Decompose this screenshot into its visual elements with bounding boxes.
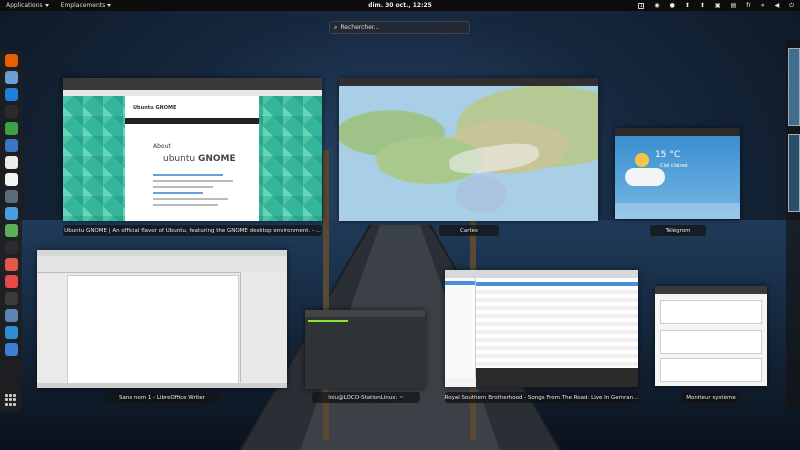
window-caption: Royal Southern Brotherhood - Songs From … [445, 392, 638, 403]
document-page [67, 275, 239, 385]
page-title: Ubuntu GNOME [133, 105, 177, 111]
arrow-up-icon[interactable]: ⬆ [700, 2, 705, 9]
window-icon[interactable]: ▤ [731, 2, 737, 9]
dash [0, 50, 22, 412]
window-caption: Télégrom [650, 225, 706, 236]
window-system-monitor[interactable] [655, 286, 767, 386]
page-text-lines [153, 174, 233, 210]
text-editor-icon[interactable] [4, 173, 18, 186]
weather-icon[interactable] [4, 207, 18, 220]
window-caption: Moniteur système [681, 392, 741, 403]
window-caption: Sans nom 1 - LibreOffice Writer [104, 392, 220, 403]
player-bar [476, 368, 638, 387]
window-music[interactable] [445, 270, 638, 387]
clipboard-icon[interactable]: ▣ [715, 2, 721, 9]
applications-label: Applications [6, 2, 43, 9]
window-ubuntu-gnome[interactable]: Ubuntu GNOME About ubuntu GNOME [63, 78, 322, 221]
top-bar: Applications Emplacements dim. 30 oct., … [0, 0, 800, 11]
sidebar-panel [240, 272, 287, 382]
page-nav [125, 118, 259, 124]
window-maps[interactable] [339, 78, 598, 221]
network-graph [660, 358, 762, 382]
cube-icon[interactable] [4, 122, 18, 135]
software-center-icon[interactable] [4, 258, 18, 271]
workspace-switcher [786, 40, 800, 410]
window-caption: Cartes [439, 225, 499, 236]
library-sidebar [445, 278, 476, 378]
window-titlebar [445, 270, 638, 278]
search-icon: ⌕ [334, 23, 338, 31]
arrow-up-icon[interactable]: ⬆ [685, 2, 690, 9]
search-input[interactable] [340, 24, 451, 31]
cloud-icon [625, 168, 665, 186]
workspace-thumbnail[interactable] [788, 134, 800, 212]
weather-condition: Ciel claireé [660, 163, 688, 169]
terminal-icon[interactable] [4, 105, 18, 118]
eye-icon[interactable]: ◉ [654, 2, 659, 9]
settings-circle-icon[interactable] [4, 309, 18, 322]
window-titlebar [339, 78, 598, 86]
applications-menu[interactable]: Applications [6, 2, 49, 9]
places-menu[interactable]: Emplacements [61, 2, 112, 9]
status-bar [37, 383, 287, 388]
workspace-thumbnail[interactable] [788, 48, 800, 126]
image-viewer-icon[interactable] [4, 224, 18, 237]
window-titlebar [615, 128, 740, 136]
window-writer[interactable] [37, 250, 287, 388]
sun-icon [635, 153, 649, 167]
forecast-strip [615, 203, 740, 219]
files-icon[interactable] [4, 156, 18, 169]
language-indicator[interactable]: fr [746, 2, 751, 9]
map-view [339, 86, 598, 221]
browser-globe-icon[interactable] [4, 88, 18, 101]
window-caption: Ubuntu GNOME | An official flavor of Ubu… [63, 225, 322, 236]
power-icon[interactable]: ⏻ [789, 2, 794, 10]
volume-icon[interactable]: ◀ [775, 2, 780, 9]
document-icon[interactable] [4, 343, 18, 356]
about-heading: About [153, 143, 171, 150]
clock[interactable]: dim. 30 oct., 12:25 [368, 0, 432, 11]
microphone-icon[interactable]: ● [670, 2, 675, 9]
disk-usage-icon[interactable] [4, 292, 18, 305]
chevron-down-icon [44, 4, 49, 7]
music-icon[interactable] [4, 275, 18, 288]
browser-toolbar [63, 78, 322, 90]
show-applications-button[interactable] [5, 394, 17, 406]
chromium-icon[interactable] [4, 71, 18, 84]
firefox-icon[interactable] [4, 54, 18, 67]
terminal-prompt [308, 320, 348, 322]
map-alps [447, 139, 541, 178]
window-titlebar [305, 310, 425, 317]
track-list [476, 278, 638, 368]
window-telegrom[interactable]: 15 °C Ciel claireé [615, 128, 740, 219]
search-box[interactable]: ⌕ [329, 21, 470, 34]
calendar-icon[interactable] [4, 139, 18, 152]
ubuntu-gnome-logo: ubuntu GNOME [163, 154, 236, 164]
network-icon[interactable]: ⋄ [761, 2, 765, 9]
places-label: Emplacements [60, 2, 106, 9]
memory-graph [660, 330, 762, 354]
window-caption: lolu@LOCO-StationLinux: ~ [312, 392, 420, 403]
chevron-down-icon [107, 4, 112, 7]
disk-icon[interactable] [4, 190, 18, 203]
gear-icon[interactable] [4, 326, 18, 339]
web-page: Ubuntu GNOME About ubuntu GNOME [125, 96, 259, 221]
window-titlebar [655, 286, 767, 294]
toolbar [37, 256, 287, 273]
temperature: 15 °C [655, 150, 681, 160]
workspace-indicator[interactable]: 1 [638, 2, 645, 9]
system-monitor-icon[interactable] [4, 241, 18, 254]
cpu-graph [660, 300, 762, 324]
window-terminal[interactable] [305, 310, 425, 389]
